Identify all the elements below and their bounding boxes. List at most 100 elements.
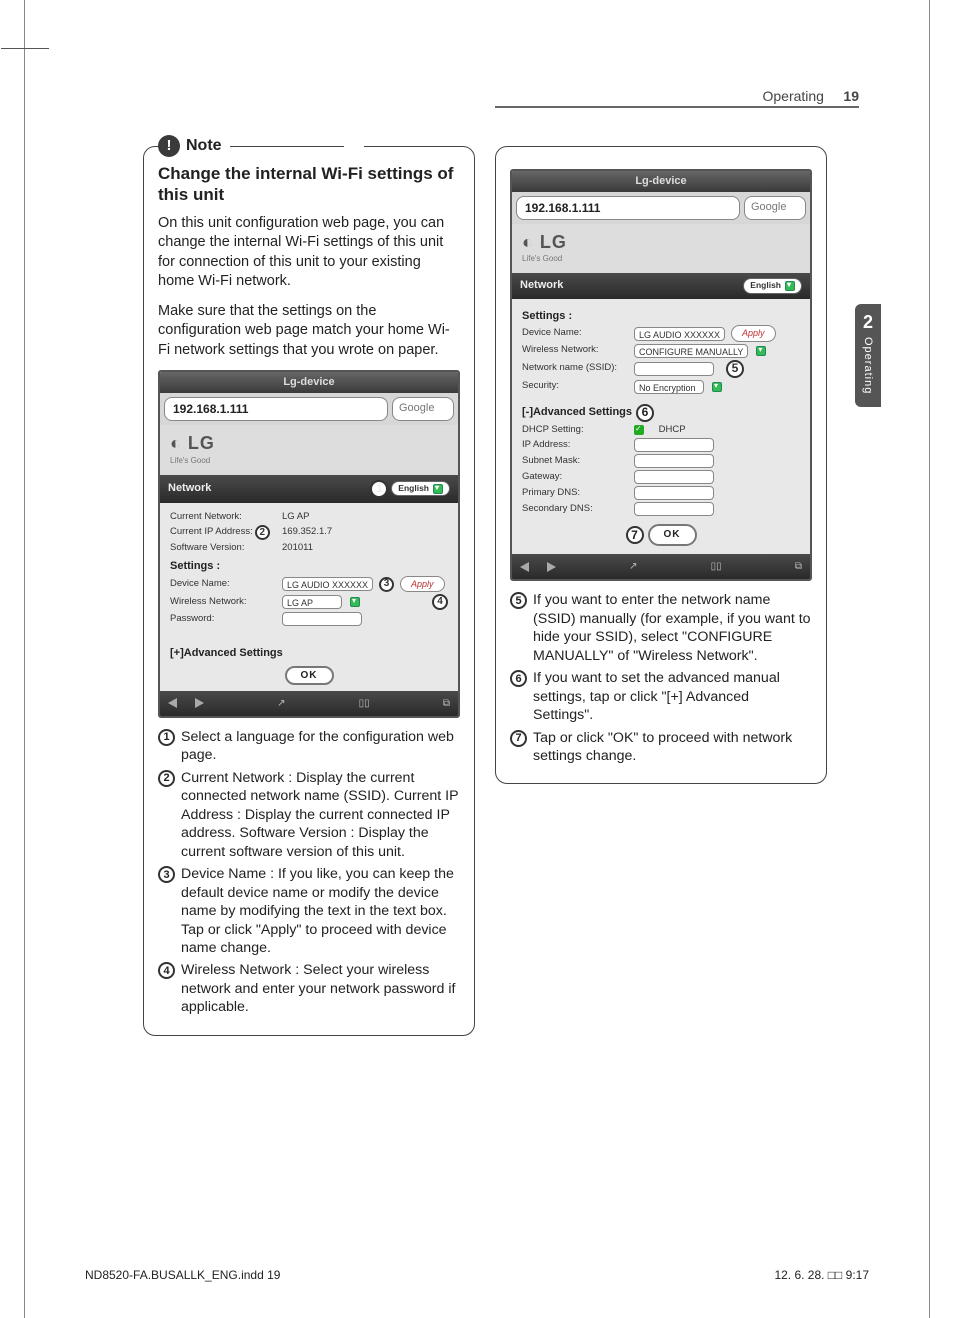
tabs-icon[interactable]: ⧉ xyxy=(795,560,802,574)
crop-mark xyxy=(1,48,49,49)
label: DHCP Setting: xyxy=(522,424,628,437)
advanced-toggle[interactable]: [+]Advanced Settings xyxy=(170,646,448,661)
list-num: 4 xyxy=(158,962,175,979)
chapter-number: 2 xyxy=(855,312,881,333)
wireless-network-select[interactable]: LG AP xyxy=(282,595,342,609)
label: Software Version: xyxy=(170,542,276,555)
label: Security: xyxy=(522,380,628,393)
label: Secondary DNS: xyxy=(522,503,628,516)
ok-row: OK xyxy=(170,669,448,683)
settings-heading: Settings : xyxy=(522,309,800,324)
callout-3: 3 xyxy=(379,577,394,592)
list-text: Select a language for the configuration … xyxy=(181,728,460,765)
back-icon[interactable] xyxy=(520,562,529,572)
tabs-icon[interactable]: ⧉ xyxy=(443,697,450,711)
forward-icon[interactable] xyxy=(547,562,556,572)
chapter-label: Operating xyxy=(862,337,874,394)
config-screenshot-2: Lg-device 192.168.1.111 Google ◐ LG Life… xyxy=(510,169,812,581)
list-text: If you want to enter the network name (S… xyxy=(533,591,812,665)
apply-button[interactable]: Apply xyxy=(400,576,445,592)
info-icon: ! xyxy=(158,135,180,157)
search-field[interactable]: Google xyxy=(392,397,454,421)
callout-5: 5 xyxy=(726,360,744,378)
search-field[interactable]: Google xyxy=(744,196,806,220)
password-input[interactable] xyxy=(282,612,362,626)
address-field[interactable]: 192.168.1.111 xyxy=(516,196,740,220)
lg-slogan: Life's Good xyxy=(522,254,800,265)
ip-input[interactable] xyxy=(634,438,714,452)
page-body: Settings : Device Name: LG AUDIO XXXXXX … xyxy=(512,299,810,554)
note-badge: ! Note xyxy=(158,135,230,157)
share-icon[interactable]: ↗ xyxy=(277,697,285,711)
running-head: Operating 19 xyxy=(762,88,859,104)
dhcp-checkbox[interactable] xyxy=(634,425,644,435)
page-footer: ND8520-FA.BUSALLK_ENG.indd 19 12. 6. 28.… xyxy=(85,1268,869,1282)
nav-network[interactable]: Network xyxy=(520,278,563,293)
source-file: ND8520-FA.BUSALLK_ENG.indd 19 xyxy=(85,1268,280,1282)
wireless-network-select[interactable]: CONFIGURE MANUALLY xyxy=(634,344,748,358)
callout-list-left: 1Select a language for the configuration… xyxy=(158,728,460,1017)
dropdown-icon xyxy=(712,382,722,392)
lg-logo: ◐ LG xyxy=(170,431,448,455)
url-bar: 192.168.1.111 Google xyxy=(512,192,810,224)
label: Wireless Network: xyxy=(522,344,628,357)
label: IP Address: xyxy=(522,439,628,452)
value: 201011 xyxy=(282,542,448,555)
list-num: 5 xyxy=(510,592,527,609)
label: Current Network: xyxy=(170,511,276,524)
nav-network[interactable]: Network xyxy=(168,481,211,496)
language-select[interactable]: English xyxy=(391,481,450,496)
list-text: Wireless Network : Select your wireless … xyxy=(181,961,460,1016)
note-box-right: Lg-device 192.168.1.111 Google ◐ LG Life… xyxy=(495,146,827,784)
list-text: Current Network : Display the current co… xyxy=(181,769,460,861)
apply-button[interactable]: Apply xyxy=(731,325,776,341)
dropdown-icon xyxy=(785,281,795,291)
back-icon[interactable] xyxy=(168,698,177,708)
list-num: 7 xyxy=(510,730,527,747)
device-name-input[interactable]: LG AUDIO XXXXXX xyxy=(634,327,725,341)
list-text: Tap or click "OK" to proceed with networ… xyxy=(533,729,812,766)
label: Device Name: xyxy=(522,327,628,340)
device-name-input[interactable]: LG AUDIO XXXXXX xyxy=(282,577,373,591)
page-number: 19 xyxy=(843,88,859,104)
address-field[interactable]: 192.168.1.111 xyxy=(164,397,388,421)
language-select[interactable]: English xyxy=(743,278,802,293)
callout-4: 4 xyxy=(432,594,448,610)
lg-logo: ◐ LG xyxy=(522,230,800,254)
ssid-input[interactable] xyxy=(634,362,714,376)
dns2-input[interactable] xyxy=(634,502,714,516)
lg-slogan: Life's Good xyxy=(170,456,448,467)
section-name: Operating xyxy=(762,88,823,104)
callout-1: 1 xyxy=(370,480,388,498)
ok-button[interactable]: OK xyxy=(648,524,697,546)
forward-icon[interactable] xyxy=(195,698,204,708)
callout-2: 2 xyxy=(255,525,270,540)
share-icon[interactable]: ↗ xyxy=(629,560,637,574)
note-box-left: ! Note Change the internal Wi-Fi setting… xyxy=(143,146,475,1036)
gateway-input[interactable] xyxy=(634,470,714,484)
timestamp: 12. 6. 28. □□ 9:17 xyxy=(774,1268,869,1282)
brand-area: ◐ LG Life's Good xyxy=(160,425,458,474)
paragraph: Make sure that the settings on the confi… xyxy=(158,302,460,361)
list-text: If you want to set the advanced manual s… xyxy=(533,669,812,724)
security-select[interactable]: No Encryption xyxy=(634,380,704,394)
label: Current IP Address: xyxy=(170,526,253,539)
header-rule xyxy=(495,106,859,108)
list-num: 3 xyxy=(158,866,175,883)
note-label: Note xyxy=(186,135,222,157)
url-bar: 192.168.1.111 Google xyxy=(160,393,458,425)
advanced-toggle[interactable]: [-]Advanced Settings 6 xyxy=(522,404,800,422)
dns1-input[interactable] xyxy=(634,486,714,500)
dropdown-icon xyxy=(433,484,443,494)
mask-input[interactable] xyxy=(634,454,714,468)
ok-button[interactable]: OK xyxy=(285,666,334,685)
callout-6: 6 xyxy=(636,404,654,422)
label: Password: xyxy=(170,613,276,626)
label: Subnet Mask: xyxy=(522,455,628,468)
bookmarks-icon[interactable]: ▯▯ xyxy=(711,560,722,574)
config-screenshot-1: Lg-device 192.168.1.111 Google ◐ LG Life… xyxy=(158,370,460,718)
value: LG AP xyxy=(282,511,448,524)
label: Primary DNS: xyxy=(522,487,628,500)
bookmarks-icon[interactable]: ▯▯ xyxy=(359,697,370,711)
label: Network name (SSID): xyxy=(522,362,628,375)
